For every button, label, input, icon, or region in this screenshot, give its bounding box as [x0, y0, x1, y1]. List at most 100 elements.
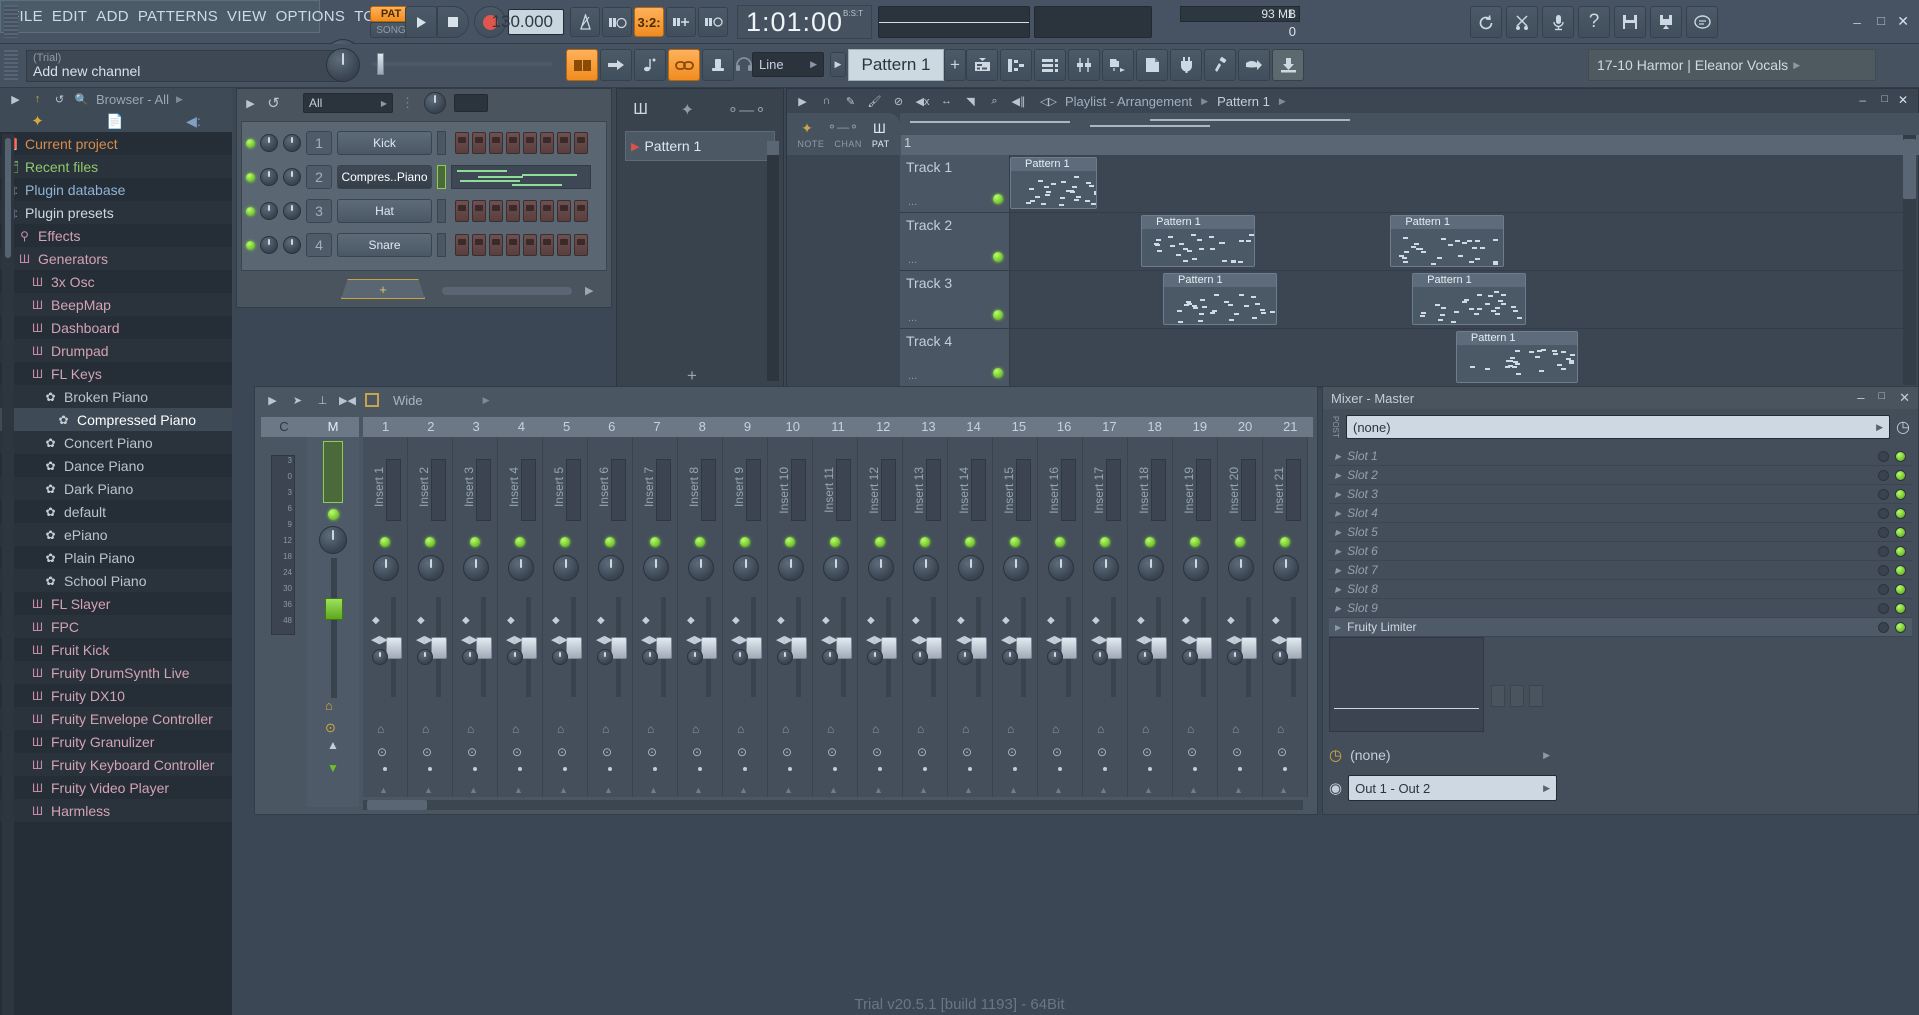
track-header[interactable]: Track 3...: [900, 271, 1010, 328]
insert-number[interactable]: 2: [408, 417, 453, 437]
insert-send-knob[interactable]: [777, 649, 793, 665]
insert-enable-led[interactable]: [470, 537, 480, 547]
effect-slot-enable-led[interactable]: [1895, 508, 1906, 519]
insert-stereo-icon[interactable]: ◆: [867, 615, 875, 626]
insert-fader-cap[interactable]: [386, 637, 402, 659]
menu-view[interactable]: VIEW: [227, 8, 267, 25]
step-button[interactable]: [574, 200, 588, 222]
insert-record-icon[interactable]: ⌂: [647, 722, 654, 736]
insert-enable-led[interactable]: [1010, 537, 1020, 547]
insert-record-icon[interactable]: ⌂: [1097, 722, 1104, 736]
insert-route-arrow[interactable]: ▲: [1279, 785, 1288, 795]
playlist-track[interactable]: Track 3... Pattern 1 Pattern 1: [900, 271, 1906, 329]
insert-enable-led[interactable]: [1280, 537, 1290, 547]
insert-pan-knob[interactable]: [688, 555, 714, 581]
effect-slot-bypass-led[interactable]: [1878, 508, 1889, 519]
insert-fader-cap[interactable]: [1196, 637, 1212, 659]
track-enable-led[interactable]: [993, 252, 1003, 262]
insert-route-arrow[interactable]: ▲: [739, 785, 748, 795]
insert-pan-knob[interactable]: [1228, 555, 1254, 581]
mixer-insert-strip[interactable]: Insert 20 ◆ ◀▶ ⌂ ⊙ ▲: [1218, 437, 1263, 797]
track-menu-icon[interactable]: ...: [908, 312, 917, 324]
paint-icon[interactable]: 🖌: [867, 94, 882, 109]
step-sequencer[interactable]: [455, 132, 588, 154]
insert-record-icon[interactable]: ⌂: [737, 722, 744, 736]
browser-item-plain-piano[interactable]: ✿ Plain Piano: [0, 546, 232, 569]
insert-pan-icon[interactable]: ◀▶: [866, 633, 883, 646]
insert-number[interactable]: 6: [589, 417, 634, 437]
insert-route-arrow[interactable]: ▲: [604, 785, 613, 795]
insert-send-knob[interactable]: [912, 649, 928, 665]
insert-pan-knob[interactable]: [1093, 555, 1119, 581]
insert-route-arrow[interactable]: ▲: [1009, 785, 1018, 795]
effect-slot-bypass-led[interactable]: [1878, 603, 1889, 614]
mixer-insert-strip[interactable]: Insert 17 ◆ ◀▶ ⌂ ⊙ ▲: [1083, 437, 1128, 797]
master-lock-icon[interactable]: ⌂: [325, 698, 333, 713]
insert-number[interactable]: 18: [1132, 417, 1177, 437]
add-pattern-button[interactable]: +: [944, 49, 966, 81]
insert-fader-cap[interactable]: [1241, 637, 1257, 659]
insert-send-knob[interactable]: [732, 649, 748, 665]
insert-solo-icon[interactable]: ⊙: [467, 745, 477, 759]
channel-mute-led[interactable]: [246, 139, 255, 148]
insert-number[interactable]: 1: [363, 417, 408, 437]
master-output-field[interactable]: Out 1 - Out 2 ▶: [1348, 775, 1557, 801]
insert-record-icon[interactable]: ⌂: [827, 722, 834, 736]
microphone-button[interactable]: [1542, 6, 1574, 38]
insert-number[interactable]: 16: [1042, 417, 1087, 437]
chevron-right-icon[interactable]: ▶: [243, 96, 258, 111]
playlist-vscrollbar-thumb[interactable]: [1903, 139, 1916, 199]
step-button[interactable]: [472, 132, 486, 154]
browser-item-drumpad[interactable]: Ш Drumpad: [0, 339, 232, 362]
track-enable-led[interactable]: [993, 194, 1003, 204]
insert-fader-cap[interactable]: [881, 637, 897, 659]
insert-pan-icon[interactable]: ◀▶: [956, 633, 973, 646]
insert-record-icon[interactable]: ⌂: [512, 722, 519, 736]
insert-stereo-icon[interactable]: ◆: [462, 615, 470, 626]
file-icon[interactable]: 📄: [106, 113, 123, 130]
download-button[interactable]: [1272, 49, 1304, 81]
insert-stereo-icon[interactable]: ◆: [417, 615, 425, 626]
effect-slot-enable-led[interactable]: [1895, 470, 1906, 481]
insert-route-arrow[interactable]: ▲: [829, 785, 838, 795]
insert-route-arrow[interactable]: ▲: [1099, 785, 1108, 795]
channel-number[interactable]: 3: [306, 199, 332, 223]
insert-fader-cap[interactable]: [791, 637, 807, 659]
insert-pan-icon[interactable]: ◀▶: [506, 633, 523, 646]
insert-solo-icon[interactable]: ⊙: [377, 745, 387, 759]
browser-item-dark-piano[interactable]: ✿ Dark Piano: [0, 477, 232, 500]
insert-fader-cap[interactable]: [701, 637, 717, 659]
insert-route-arrow[interactable]: ▲: [1054, 785, 1063, 795]
channel-mute-led[interactable]: [246, 241, 255, 250]
insert-number[interactable]: 21: [1268, 417, 1313, 437]
picker-item-pattern-1[interactable]: ▶ Pattern 1: [625, 131, 775, 161]
insert-stereo-icon[interactable]: ◆: [687, 615, 695, 626]
insert-enable-led[interactable]: [1100, 537, 1110, 547]
step-button[interactable]: [455, 132, 469, 154]
insert-record-icon[interactable]: ⌂: [1052, 722, 1059, 736]
chevron-right-icon[interactable]: ▶: [1335, 566, 1341, 575]
effect-slot-enable-led[interactable]: [1895, 603, 1906, 614]
menu-add[interactable]: ADD: [96, 8, 129, 25]
effect-slot[interactable]: ▶ Slot 4: [1329, 504, 1912, 523]
insert-pan-knob[interactable]: [733, 555, 759, 581]
insert-number[interactable]: 19: [1177, 417, 1222, 437]
insert-record-icon[interactable]: ⌂: [872, 722, 879, 736]
export-button[interactable]: [1238, 49, 1270, 81]
effect-slot-bypass-led[interactable]: [1878, 565, 1889, 576]
insert-pan-icon[interactable]: ◀▶: [1226, 633, 1243, 646]
step-button[interactable]: [489, 200, 503, 222]
channel-volume-knob[interactable]: [283, 236, 301, 254]
add-pattern-button[interactable]: +: [687, 366, 697, 386]
playlist-clip[interactable]: Pattern 1: [1163, 273, 1277, 325]
master-solo-icon[interactable]: ⊙: [325, 720, 336, 736]
effect-slot[interactable]: ▶ Slot 3: [1329, 485, 1912, 504]
insert-number[interactable]: 8: [680, 417, 725, 437]
channel-row[interactable]: 3 Hat: [246, 196, 602, 226]
insert-solo-icon[interactable]: ⊙: [872, 745, 882, 759]
add-channel-button[interactable]: +: [341, 279, 425, 299]
mixer-insert-strip[interactable]: Insert 1 ◆ ◀▶ ⌂ ⊙ ▲: [363, 437, 408, 797]
swap-icon[interactable]: ▶◀: [340, 393, 355, 408]
loop-button[interactable]: [698, 7, 728, 37]
wave-icon[interactable]: ✦: [681, 100, 694, 120]
